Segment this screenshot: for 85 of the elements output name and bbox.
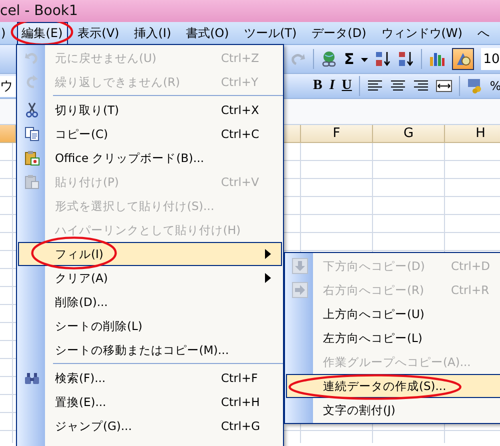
menu-item-label: 形式を選択して貼り付け(S)... <box>55 198 214 214</box>
menu-item[interactable]: クリア(A) <box>18 266 282 290</box>
menu-item-label: 上方向へコピー(U) <box>323 306 424 322</box>
menu-item[interactable]: 削除(D)... <box>18 290 282 314</box>
column-header[interactable]: F <box>301 125 373 143</box>
sort-descending-icon[interactable] <box>398 51 414 67</box>
menu-item-label: 削除(D)... <box>55 294 108 310</box>
menu-item-label: 検索(F)... <box>55 370 106 386</box>
globe-link-icon[interactable] <box>321 51 337 67</box>
format-button[interactable]: B <box>313 78 322 94</box>
menu-item-label: 下方向へコピー(D) <box>323 258 425 274</box>
column-header[interactable]: H <box>445 125 500 143</box>
menu-item-label: ジャンプ(G)... <box>55 418 132 434</box>
merge-center-icon[interactable] <box>436 78 452 94</box>
menu-item-label: フィル(I) <box>55 246 104 262</box>
menu-bar-item[interactable]: 書式(O) <box>181 22 234 44</box>
zoom-field[interactable]: 10 <box>481 48 500 70</box>
shortcut-label: Ctrl+C <box>221 127 260 141</box>
submenu-arrow-icon <box>265 249 271 259</box>
copy-icon <box>24 126 40 142</box>
menu-item-label: 置換(E)... <box>55 394 106 410</box>
undo-icon <box>24 50 40 66</box>
shortcut-label: Ctrl+X <box>221 103 260 117</box>
menu-item-label: 切り取り(T) <box>55 102 119 118</box>
menu-item[interactable]: 切り取り(T) Ctrl+X <box>18 98 282 122</box>
paste-icon <box>24 174 40 190</box>
menu-item[interactable]: 文字の割付(J) <box>286 398 500 422</box>
menu-bar-item[interactable]: ) <box>0 23 12 43</box>
menu-item-label: コピー(C) <box>55 126 108 142</box>
menu-item-label: 繰り返しできません(R) <box>55 74 180 90</box>
menu-item[interactable]: コピー(C) Ctrl+C <box>18 122 282 146</box>
scissors-icon <box>24 102 40 118</box>
menu-item-label: 作業グループへコピー(A)... <box>323 354 471 370</box>
menu-bar-item[interactable]: 挿入(I) <box>129 22 176 44</box>
binoculars-icon <box>24 370 40 386</box>
autosum-button[interactable]: Σ <box>344 50 354 68</box>
menu-bar-item[interactable]: へ <box>472 22 494 44</box>
menu-item[interactable]: 置換(E)... Ctrl+H <box>18 390 282 414</box>
submenu-arrow-icon <box>265 273 271 283</box>
shortcut-label: Ctrl+G <box>221 419 262 433</box>
menu-item-label: シートの削除(L) <box>55 318 142 334</box>
menu-bar-item[interactable]: ウィンドウ(W) <box>376 22 468 44</box>
menu-item[interactable]: ジャンプ(G)... Ctrl+G <box>18 414 282 438</box>
currency-icon[interactable] <box>466 78 483 94</box>
menu-item-label: 文字の割付(J) <box>323 402 396 418</box>
format-button[interactable]: I <box>329 78 335 94</box>
menu-item-label: シートの移動またはコピー(M)... <box>55 342 229 358</box>
menu-item-label: ハイパーリンクとして貼り付け(H) <box>55 222 241 238</box>
shortcut-label: Ctrl+Y <box>221 75 260 89</box>
menu-item-label: 貼り付け(P) <box>55 174 119 190</box>
menu-bar-item[interactable]: 表示(V) <box>72 22 124 44</box>
shortcut-label: Ctrl+F <box>221 371 259 385</box>
window-title: cel - Book1 <box>0 3 78 19</box>
drawing-toolbar-button[interactable] <box>452 48 474 70</box>
menu-item[interactable]: 上方向へコピー(U) <box>286 302 500 326</box>
shortcut-label: Ctrl+R <box>451 283 490 297</box>
menu-item[interactable]: シートの移動またはコピー(M)... <box>18 338 282 362</box>
shapes-icon <box>455 51 472 67</box>
sort-ascending-icon[interactable] <box>375 51 392 67</box>
menu-bar-item[interactable]: データ(D) <box>306 22 372 44</box>
menu-item[interactable]: 検索(F)... Ctrl+F <box>18 366 282 390</box>
menu-bar-item[interactable]: 編集(E) <box>16 22 68 44</box>
menu-item-label: クリア(A) <box>55 270 108 286</box>
menu-item[interactable]: Office クリップボード(B)... <box>18 146 282 170</box>
clipboard-icon <box>24 150 40 166</box>
shortcut-label: Ctrl+D <box>451 259 491 273</box>
redo-icon <box>24 74 40 90</box>
menu-item-label: 右方向へコピー(R) <box>323 282 424 298</box>
shortcut-label: Ctrl+H <box>221 395 261 409</box>
arrow-right-icon <box>292 282 308 298</box>
menu-item-label: 連続データの作成(S)... <box>323 378 446 394</box>
format-button[interactable]: U <box>342 78 352 94</box>
menu-item-label: Office クリップボード(B)... <box>55 150 204 166</box>
menu-item[interactable]: フィル(I) <box>18 242 282 266</box>
menu-item-label: 元に戻せません(U) <box>55 50 156 66</box>
menu-item-label: 左方向へコピー(L) <box>323 330 422 346</box>
shortcut-label: Ctrl+V <box>221 175 260 189</box>
chart-icon[interactable] <box>429 51 446 67</box>
menu-item[interactable]: シートの削除(L) <box>18 314 282 338</box>
font-field[interactable]: ウ <box>0 76 16 96</box>
shortcut-label: Ctrl+Z <box>221 51 260 65</box>
menu-item[interactable]: 左方向へコピー(L) <box>286 326 500 350</box>
menu-bar-item[interactable]: ツール(T) <box>238 22 302 44</box>
arrow-down-icon <box>292 258 308 274</box>
column-header[interactable]: G <box>373 125 445 143</box>
